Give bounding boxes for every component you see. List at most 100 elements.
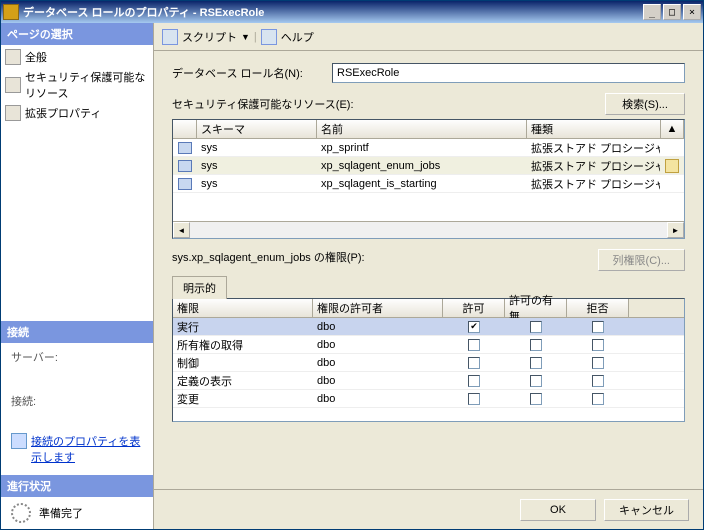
checkbox[interactable]	[468, 339, 480, 351]
checkbox[interactable]	[530, 357, 542, 369]
col-grant[interactable]: 許可	[443, 299, 505, 317]
grant-checkbox[interactable]	[443, 338, 505, 352]
checkbox[interactable]	[592, 357, 604, 369]
checkbox[interactable]	[468, 357, 480, 369]
cell-grantor: dbo	[313, 338, 443, 352]
cell-permission: 定義の表示	[173, 372, 313, 390]
cell-permission: 実行	[173, 318, 313, 336]
deny-checkbox[interactable]	[567, 320, 629, 334]
col-permission[interactable]: 権限	[173, 299, 313, 317]
col-with-grant[interactable]: 許可の有無	[505, 299, 567, 317]
permission-row[interactable]: 変更dbo	[173, 390, 684, 408]
edit-icon[interactable]	[665, 159, 679, 173]
nav-item-securables[interactable]: セキュリティ保護可能なリソース	[1, 67, 153, 103]
help-icon	[261, 29, 277, 45]
properties-icon	[11, 433, 27, 449]
nav-label: 全般	[25, 49, 47, 65]
cell-name: xp_sqlagent_is_starting	[317, 177, 527, 191]
scroll-track[interactable]	[190, 222, 667, 238]
withgrant-checkbox[interactable]	[505, 392, 567, 406]
col-type[interactable]: 種類	[527, 120, 661, 138]
permissions-grid[interactable]: 権限 権限の許可者 許可 許可の有無 拒否 実行dbo✔所有権の取得dbo制御d…	[172, 298, 685, 422]
grant-checkbox[interactable]: ✔	[443, 320, 505, 334]
checkbox[interactable]	[592, 393, 604, 405]
deny-checkbox[interactable]	[567, 374, 629, 388]
permission-row[interactable]: 定義の表示dbo	[173, 372, 684, 390]
cell-permission: 制御	[173, 354, 313, 372]
scroll-right-button[interactable]: ►	[667, 222, 684, 238]
object-icon	[178, 160, 192, 172]
cell-schema: sys	[197, 177, 317, 191]
cell-type: 拡張ストアド プロシージャ	[527, 175, 661, 193]
progress-header: 進行状況	[1, 475, 153, 497]
nav-label: 拡張プロパティ	[25, 105, 101, 121]
securables-grid[interactable]: スキーマ 名前 種類 ▲ sysxp_sprintf拡張ストアド プロシージャs…	[172, 119, 685, 239]
table-row[interactable]: sysxp_sqlagent_is_starting拡張ストアド プロシージャ	[173, 175, 684, 193]
checkbox[interactable]	[592, 321, 604, 333]
window-icon	[3, 4, 19, 20]
checkbox[interactable]	[530, 375, 542, 387]
grant-checkbox[interactable]	[443, 356, 505, 370]
cell-name: xp_sprintf	[317, 141, 527, 155]
cell-name: xp_sqlagent_enum_jobs	[317, 159, 527, 173]
deny-checkbox[interactable]	[567, 356, 629, 370]
table-row[interactable]: sysxp_sqlagent_enum_jobs拡張ストアド プロシージャ	[173, 157, 684, 175]
col-sort[interactable]: ▲	[661, 120, 684, 138]
titlebar[interactable]: データベース ロールのプロパティ - RSExecRole _ □ ×	[1, 1, 703, 23]
checkbox[interactable]	[468, 375, 480, 387]
row-header	[173, 177, 197, 191]
scroll-left-button[interactable]: ◄	[173, 222, 190, 238]
ok-button[interactable]: OK	[520, 499, 596, 521]
script-icon	[162, 29, 178, 45]
permission-row[interactable]: 制御dbo	[173, 354, 684, 372]
table-row[interactable]: sysxp_sprintf拡張ストアド プロシージャ	[173, 139, 684, 157]
withgrant-checkbox[interactable]	[505, 374, 567, 388]
checkbox[interactable]	[530, 321, 542, 333]
row-header	[173, 141, 197, 155]
help-button[interactable]: ヘルプ	[281, 29, 314, 45]
cancel-button[interactable]: キャンセル	[604, 499, 689, 521]
permission-row[interactable]: 所有権の取得dbo	[173, 336, 684, 354]
deny-checkbox[interactable]	[567, 338, 629, 352]
withgrant-checkbox[interactable]	[505, 338, 567, 352]
checkbox[interactable]: ✔	[468, 321, 480, 333]
cell-type: 拡張ストアド プロシージャ	[527, 139, 661, 157]
permission-row[interactable]: 実行dbo✔	[173, 318, 684, 336]
horizontal-scrollbar[interactable]: ◄ ►	[173, 221, 684, 238]
page-icon	[5, 77, 21, 93]
checkbox[interactable]	[530, 393, 542, 405]
cell-grantor: dbo	[313, 392, 443, 406]
deny-checkbox[interactable]	[567, 392, 629, 406]
page-icon	[5, 105, 21, 121]
nav-label: セキュリティ保護可能なリソース	[25, 69, 149, 101]
search-button[interactable]: 検索(S)...	[605, 93, 685, 115]
checkbox[interactable]	[592, 375, 604, 387]
col-name[interactable]: 名前	[317, 120, 527, 138]
grant-checkbox[interactable]	[443, 374, 505, 388]
col-grantor[interactable]: 権限の許可者	[313, 299, 443, 317]
dropdown-arrow-icon[interactable]: ▼	[241, 32, 250, 42]
role-name-input[interactable]	[332, 63, 685, 83]
nav-item-general[interactable]: 全般	[1, 47, 153, 67]
grant-checkbox[interactable]	[443, 392, 505, 406]
checkbox[interactable]	[592, 339, 604, 351]
close-button[interactable]: ×	[683, 4, 701, 20]
cell-schema: sys	[197, 141, 317, 155]
connection-header: 接続	[1, 321, 153, 343]
view-connection-properties-link[interactable]: 接続のプロパティを表示します	[11, 429, 143, 469]
script-button[interactable]: スクリプト	[182, 29, 237, 45]
nav-item-extended-properties[interactable]: 拡張プロパティ	[1, 103, 153, 123]
withgrant-checkbox[interactable]	[505, 356, 567, 370]
cell-grantor: dbo	[313, 356, 443, 370]
minimize-button[interactable]: _	[643, 4, 661, 20]
checkbox[interactable]	[530, 339, 542, 351]
connection-label: 接続:	[11, 393, 143, 409]
maximize-button[interactable]: □	[663, 4, 681, 20]
col-deny[interactable]: 拒否	[567, 299, 629, 317]
withgrant-checkbox[interactable]	[505, 320, 567, 334]
tab-explicit[interactable]: 明示的	[172, 276, 227, 299]
page-icon	[5, 49, 21, 65]
server-value	[11, 371, 143, 385]
checkbox[interactable]	[468, 393, 480, 405]
col-schema[interactable]: スキーマ	[197, 120, 317, 138]
